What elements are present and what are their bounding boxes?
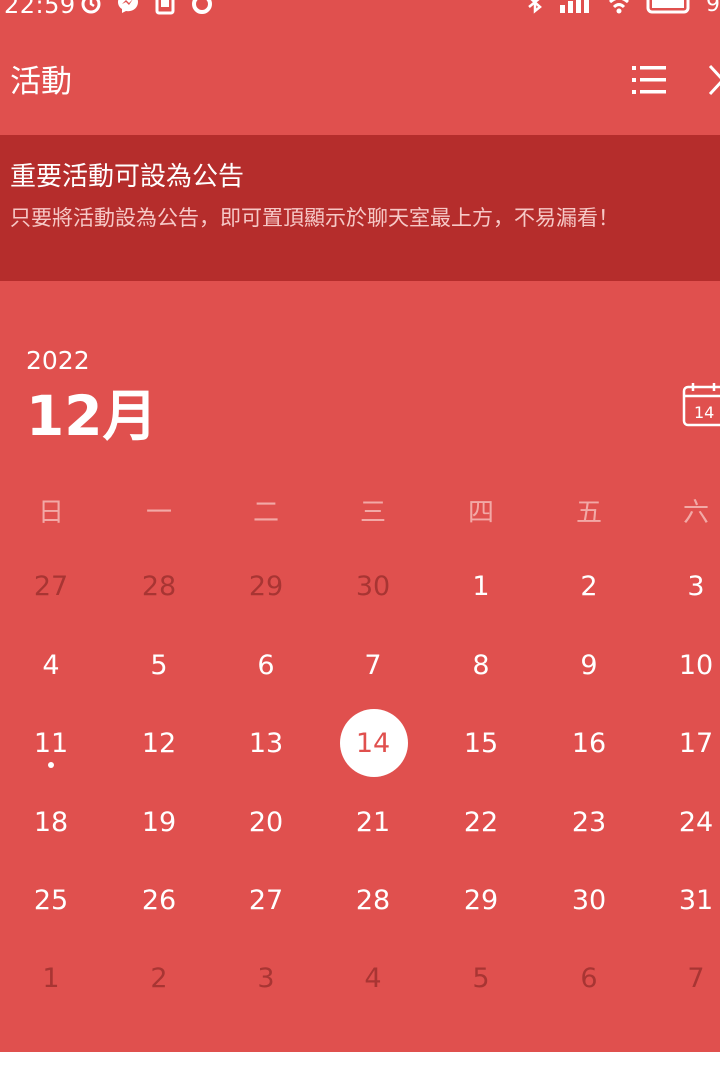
calendar-day[interactable]: 9: [557, 649, 621, 683]
banner-title: 重要活動可設為公告: [10, 162, 245, 192]
calendar-day[interactable]: 10: [664, 649, 720, 683]
calendar-day[interactable]: 15: [449, 727, 513, 761]
wifi-icon: [609, 0, 629, 14]
ring-icon: [192, 0, 212, 14]
calendar-day[interactable]: 11: [19, 727, 83, 761]
calendar-day[interactable]: 3: [234, 962, 298, 996]
calendar-day[interactable]: 19: [127, 806, 191, 840]
weekday-label: 四: [467, 498, 494, 528]
calendar-day[interactable]: 3: [664, 570, 720, 604]
weekday-label: 二: [252, 498, 279, 528]
page-title: 活動: [10, 64, 72, 100]
calendar-day[interactable]: 26: [127, 884, 191, 918]
calendar-day[interactable]: 18: [19, 806, 83, 840]
calendar-day[interactable]: 27: [234, 884, 298, 918]
today-calendar-icon[interactable]: 14: [682, 382, 720, 428]
alarm-icon: [81, 0, 101, 14]
calendar-day[interactable]: 7: [664, 962, 720, 996]
weekday-label: 日: [37, 498, 64, 528]
close-icon[interactable]: [708, 64, 720, 96]
calendar-day[interactable]: 27: [19, 570, 83, 604]
calendar-day[interactable]: 1: [19, 962, 83, 996]
calendar-day[interactable]: 29: [234, 570, 298, 604]
calendar-day[interactable]: 17: [664, 727, 720, 761]
weekday-label: 六: [682, 498, 709, 528]
announcement-banner[interactable]: 重要活動可設為公告 只要將活動設為公告，即可置頂顯示於聊天室最上方，不易漏看！: [0, 135, 720, 281]
calendar-year: 2022: [26, 346, 90, 375]
calendar-day[interactable]: 6: [234, 649, 298, 683]
calendar-day[interactable]: 8: [449, 649, 513, 683]
status-time: 22:59: [4, 0, 76, 19]
event-dot: [48, 762, 54, 768]
banner-description: 只要將活動設為公告，即可置頂顯示於聊天室最上方，不易漏看！: [10, 206, 619, 230]
calendar-day[interactable]: 30: [341, 570, 405, 604]
status-left-icons: [80, 0, 214, 15]
calendar-day[interactable]: 5: [127, 649, 191, 683]
clipboard-icon: [155, 0, 175, 15]
calendar-day[interactable]: 28: [341, 884, 405, 918]
calendar-day[interactable]: 6: [557, 962, 621, 996]
status-right-icons: 9: [524, 0, 720, 19]
calendar-day[interactable]: 24: [664, 806, 720, 840]
weekday-label: 三: [359, 498, 386, 528]
calendar-day[interactable]: 31: [664, 884, 720, 918]
today-calendar-icon-label: 14: [694, 403, 714, 422]
calendar-day[interactable]: 21: [341, 806, 405, 840]
weekday-label: 五: [575, 498, 602, 528]
calendar-day[interactable]: 5: [449, 962, 513, 996]
calendar-day[interactable]: 4: [341, 962, 405, 996]
calendar-day[interactable]: 23: [557, 806, 621, 840]
calendar-day[interactable]: 2: [127, 962, 191, 996]
calendar-day[interactable]: 22: [449, 806, 513, 840]
calendar-day[interactable]: 13: [234, 727, 298, 761]
calendar-day-today[interactable]: 14: [341, 727, 405, 761]
calendar-day[interactable]: 16: [557, 727, 621, 761]
messenger-icon: [118, 0, 138, 13]
calendar-month: 12月: [26, 384, 158, 448]
calendar-day[interactable]: 2: [557, 570, 621, 604]
battery-icon: [646, 0, 690, 14]
calendar-day[interactable]: 12: [127, 727, 191, 761]
app-screen: 22:59 9 活動 重要活動可設為公告 只要將活動設為公告，即可置頂顯示於聊天…: [0, 0, 720, 1052]
calendar-day[interactable]: 4: [19, 649, 83, 683]
signal-icon: [560, 0, 589, 13]
top-bar: 活動: [0, 40, 720, 126]
list-icon[interactable]: [632, 64, 668, 96]
battery-text: 9: [706, 0, 720, 17]
calendar-day[interactable]: 29: [449, 884, 513, 918]
calendar-day[interactable]: 28: [127, 570, 191, 604]
calendar-day[interactable]: 30: [557, 884, 621, 918]
calendar-day[interactable]: 1: [449, 570, 513, 604]
bluetooth-icon: [528, 0, 542, 14]
status-bar: 22:59 9: [0, 0, 720, 22]
calendar-day[interactable]: 25: [19, 884, 83, 918]
weekday-label: 一: [145, 498, 172, 528]
calendar-day[interactable]: 20: [234, 806, 298, 840]
calendar-day[interactable]: 7: [341, 649, 405, 683]
